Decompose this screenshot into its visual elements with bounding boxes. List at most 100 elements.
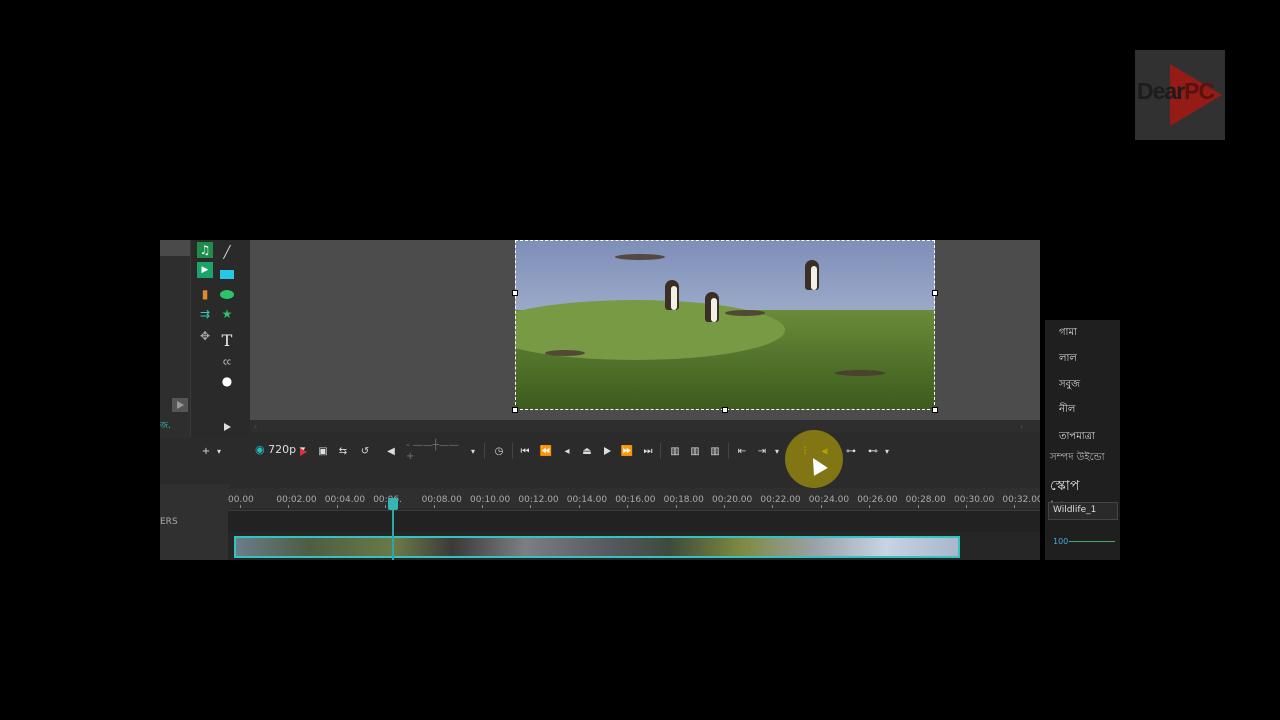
scroll-left-icon[interactable]: ‹: [254, 422, 257, 431]
tool-column-header: [160, 240, 190, 256]
scroll-right-icon[interactable]: ›: [1020, 422, 1023, 431]
record-icon[interactable]: [300, 448, 307, 456]
clip-select[interactable]: Wildlife_1: [1048, 502, 1118, 520]
playhead-handle[interactable]: [388, 498, 398, 510]
collapse-panel-button[interactable]: [172, 398, 188, 412]
dropdown-icon[interactable]: ▾: [468, 443, 478, 459]
timeline-tick-mark: [578, 505, 580, 508]
resolution-select[interactable]: ◉ 720p ▾: [255, 443, 305, 456]
play-icon[interactable]: [600, 443, 614, 459]
unlink-icon[interactable]: ⊷: [866, 443, 880, 459]
asset-window-tab[interactable]: সম্পদ উইন্ডো: [1050, 450, 1105, 467]
color-item-gamma[interactable]: গামা: [1059, 325, 1077, 342]
timeline-tick-label: 00:20.00: [712, 495, 753, 505]
video-editor-window: জ. ♫ ╱ ▶ ▮ ⇉ ★ ✥ T ㏄ ● ‹ › + ▾ ◉ 720p ▾ …: [160, 240, 1040, 560]
timeline-tick-label: 00:22.00: [760, 495, 801, 505]
track-label: ERS: [160, 517, 178, 527]
timeline-tick-label: 00:18.00: [663, 495, 704, 505]
selection-border: [515, 240, 935, 410]
timeline-tick-mark: [1014, 505, 1016, 508]
timeline-tick-mark: [482, 505, 483, 508]
timeline-tick-label: 00:26.00: [857, 495, 898, 505]
timeline-tick-label: 00:30.00: [954, 495, 995, 505]
timeline-ruler[interactable]: 00.0000:02.0000:04.0000:06.00:08.0000:10…: [228, 488, 1040, 508]
timeline-tick-label: 00:32.00: [1002, 495, 1040, 505]
color-correction-panel: গামা লাল সবুজ নীল তাপমাত্রা সম্পদ উইন্ডো…: [1045, 320, 1120, 560]
color-item-green[interactable]: সবুজ: [1059, 377, 1080, 394]
timeline-tick-mark: [724, 505, 725, 508]
audio-levels-icon[interactable]: ▮: [197, 286, 213, 302]
video-icon[interactable]: ▶: [197, 262, 213, 278]
timeline-tick-label: 00:10.00: [470, 495, 511, 505]
play-small-icon[interactable]: [219, 419, 235, 435]
timeline-tick-mark: [820, 505, 822, 508]
step-back-icon[interactable]: ◂: [560, 443, 574, 459]
timeline-tick-label: 00.00: [228, 495, 254, 505]
draw-tools-panel: ♫ ╱ ▶ ▮ ⇉ ★ ✥ T ㏄ ●: [190, 240, 251, 436]
zoom-in-icon[interactable]: +: [198, 443, 214, 459]
undo-icon[interactable]: ↺: [358, 443, 372, 459]
resize-handle[interactable]: [512, 290, 518, 296]
rewind-icon[interactable]: ⏪: [539, 443, 553, 459]
left-tool-column: জ.: [160, 240, 190, 440]
mark-out-icon[interactable]: ▥: [688, 443, 702, 459]
playback-controls: + ▾ ◉ 720p ▾ ▣ ⇆ ↺ ◀ - ——┼—— + ▾ ◷ ⏮ ⏪ ◂…: [160, 438, 1040, 464]
watermark-text: DearPC: [1137, 78, 1215, 104]
timeline-tick-mark: [917, 505, 919, 508]
dropdown-icon[interactable]: ▾: [772, 443, 782, 459]
timeline-tick-label: 00:28.00: [905, 495, 946, 505]
resize-handle[interactable]: [722, 407, 728, 413]
timeline-tick-label: 00:24.00: [808, 495, 850, 505]
clock-icon[interactable]: ◷: [491, 443, 507, 459]
ellipse-tool-icon[interactable]: [219, 286, 235, 302]
loop-icon[interactable]: ⇆: [336, 443, 350, 459]
timeline-tick-mark: [772, 505, 774, 508]
link-icon[interactable]: ⊶: [844, 443, 858, 459]
video-clip[interactable]: [234, 536, 960, 558]
mark-in-icon[interactable]: ▥: [668, 443, 682, 459]
timeline-track-video[interactable]: [228, 532, 1040, 560]
timeline-track-empty[interactable]: [228, 510, 1040, 533]
speech-bubble-icon[interactable]: ●: [219, 373, 235, 389]
caption-tool-icon[interactable]: ㏄: [219, 353, 235, 369]
color-item-blue[interactable]: নীল: [1059, 402, 1075, 419]
rectangle-tool-icon[interactable]: [219, 266, 235, 282]
timeline-tick-mark: [288, 505, 290, 508]
volume-icon[interactable]: ◀: [384, 443, 398, 459]
resize-handle[interactable]: [932, 290, 938, 296]
transition-icon[interactable]: ⇉: [197, 306, 213, 322]
timeline-tick-label: 00:14.00: [566, 495, 608, 505]
timeline-tick-mark: [240, 505, 241, 508]
fast-forward-icon[interactable]: ⏩: [620, 443, 634, 459]
skip-start-icon[interactable]: ⏮: [518, 443, 532, 459]
fit-icon[interactable]: ▣: [316, 443, 330, 459]
line-tool-icon[interactable]: ╱: [219, 244, 235, 260]
star-tool-icon[interactable]: ★: [219, 306, 235, 322]
text-tool-icon[interactable]: T: [219, 331, 235, 350]
color-item-red[interactable]: লাল: [1059, 351, 1077, 368]
resize-handle[interactable]: [932, 407, 938, 413]
dropdown-icon[interactable]: ▾: [882, 443, 892, 459]
go-out-icon[interactable]: ⇥: [755, 443, 769, 459]
dropdown-icon[interactable]: ▾: [214, 443, 224, 459]
timeline-tick-mark: [336, 505, 338, 508]
watermark-logo: DearPC: [1135, 50, 1225, 140]
mark-clip-icon[interactable]: ▥: [708, 443, 722, 459]
move-icon[interactable]: ✥: [197, 328, 213, 344]
panel-tab-label[interactable]: জ.: [160, 418, 190, 432]
timeline-tick-label: 00:12.00: [518, 495, 559, 505]
music-icon[interactable]: ♫: [197, 242, 213, 258]
stop-icon[interactable]: ⏏: [580, 443, 594, 459]
skip-end-icon[interactable]: ⏭: [641, 443, 655, 459]
go-in-icon[interactable]: ⇤: [735, 443, 749, 459]
timeline-tick-mark: [869, 505, 871, 508]
resize-handle[interactable]: [512, 407, 518, 413]
timeline-tick-label: 00:08.00: [421, 495, 462, 505]
eye-icon: ◉: [255, 443, 265, 456]
timeline-tick-mark: [675, 505, 677, 508]
preview-scrollbar[interactable]: ‹ ›: [250, 420, 1040, 432]
preview-canvas[interactable]: [250, 240, 1040, 420]
volume-slider[interactable]: - ——┼—— +: [406, 440, 466, 462]
track-header-panel: ERS: [160, 484, 230, 560]
color-item-temperature[interactable]: তাপমাত্রা: [1059, 429, 1095, 446]
